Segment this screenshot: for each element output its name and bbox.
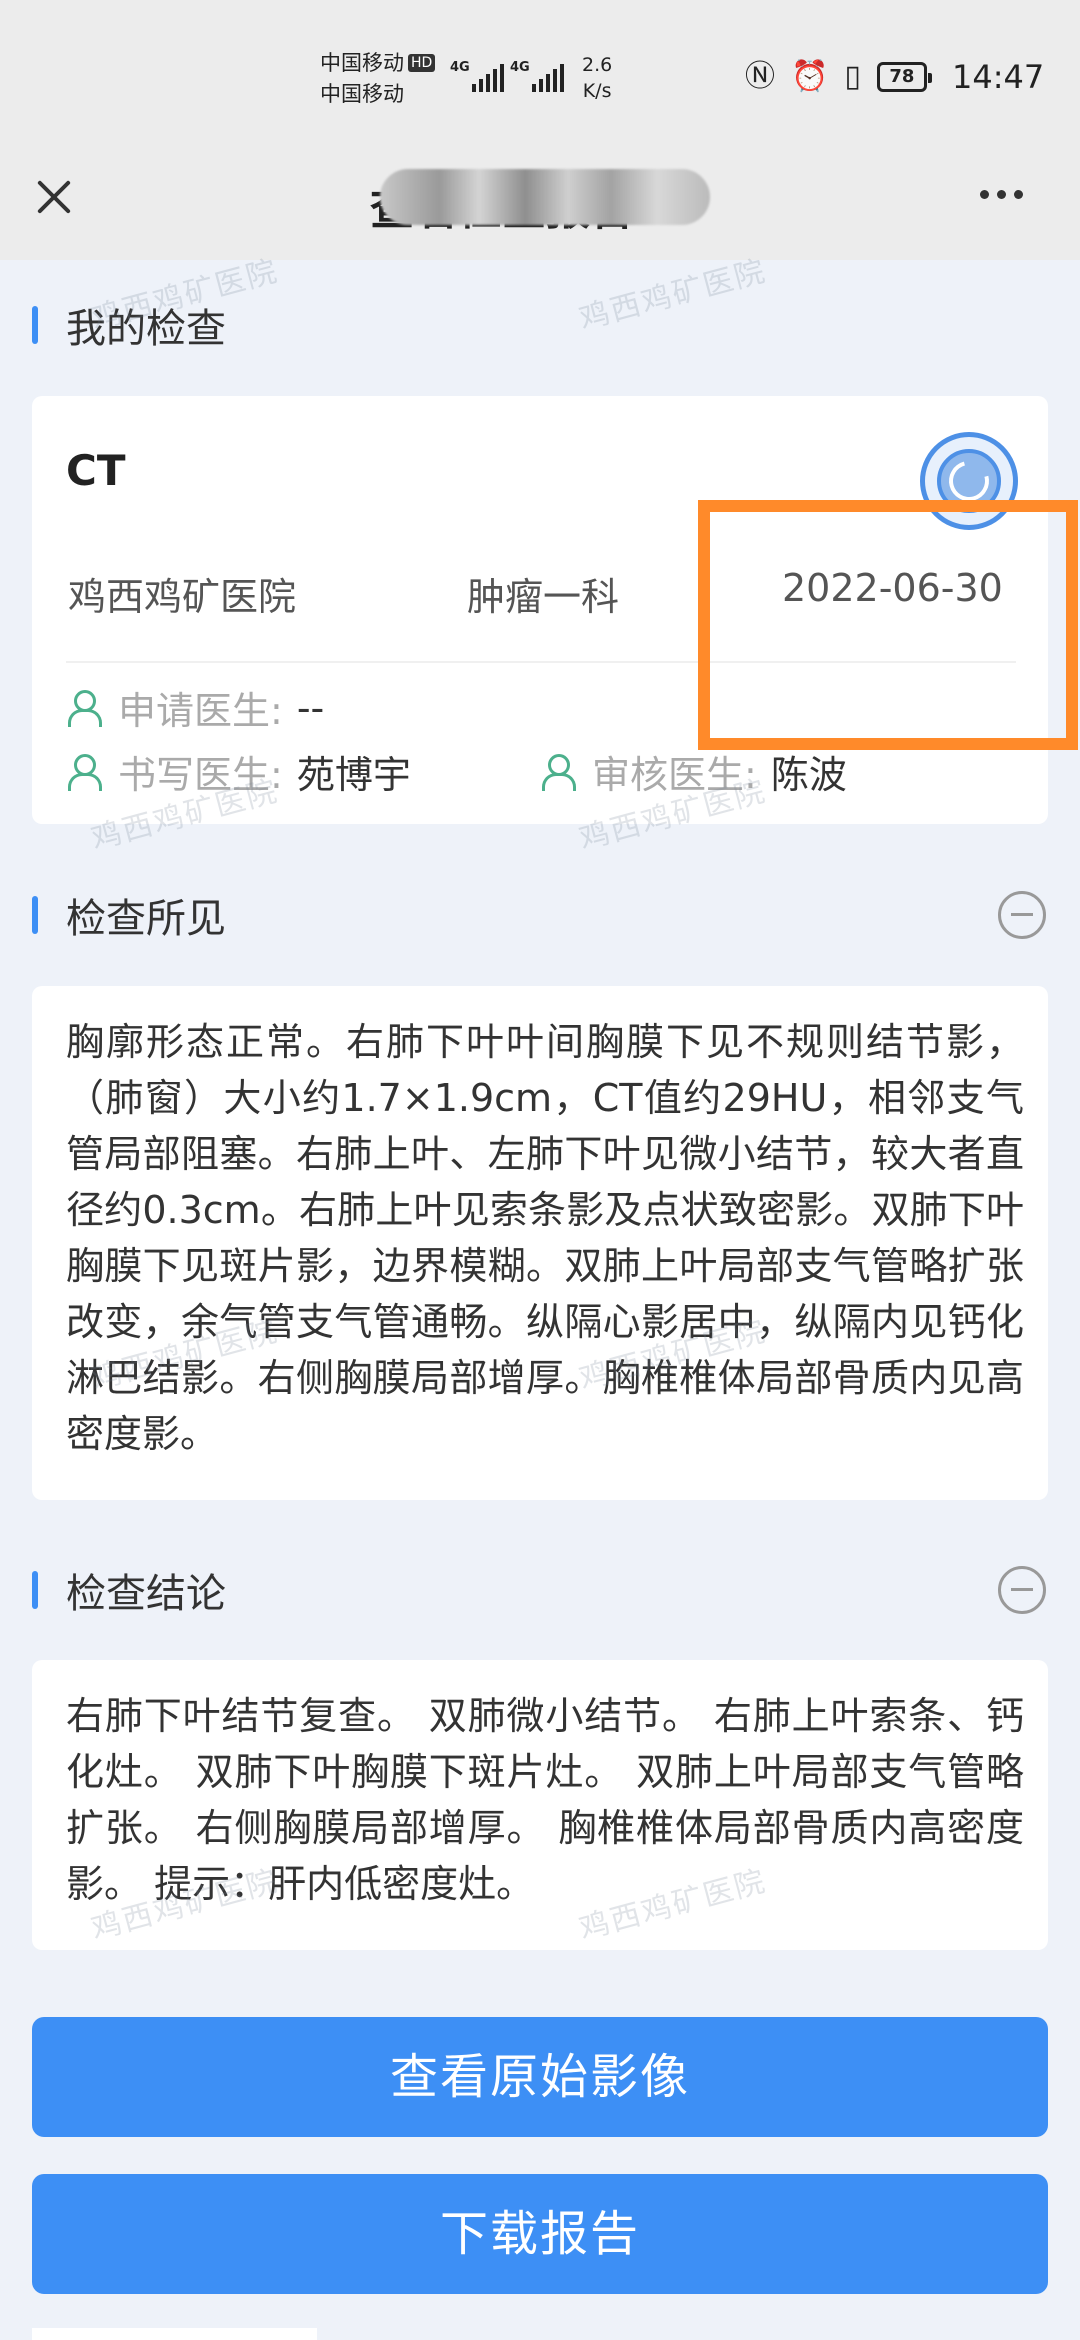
section-accent-bar: [32, 896, 38, 934]
nav-bar: 查看检查报告: [0, 155, 1080, 260]
section-accent-bar: [32, 306, 38, 344]
doctor-icon: [66, 689, 102, 727]
divider: [66, 661, 1016, 663]
exam-info-card: CT 鸡西鸡矿医院 肿瘤一科 2022-06-30 申请医生: -- 书写医生:…: [32, 396, 1048, 824]
download-report-button[interactable]: 下载报告: [32, 2174, 1048, 2294]
close-icon[interactable]: [30, 173, 78, 221]
nfc-icon: Ⓝ: [745, 59, 775, 94]
collapse-findings-icon[interactable]: [998, 891, 1046, 939]
view-original-images-button[interactable]: 查看原始影像: [32, 2017, 1048, 2137]
section-accent-bar: [32, 1571, 38, 1609]
clock: 14:47: [952, 58, 1045, 96]
carrier-info: 中国移动 HD 中国移动: [320, 48, 436, 110]
exam-date: 2022-06-30: [782, 566, 1003, 610]
status-seal-icon: [920, 432, 1018, 530]
more-options-icon[interactable]: [980, 190, 1023, 199]
doctor-icon: [540, 753, 576, 791]
findings-text: 胸廓形态正常。右肺下叶叶间胸膜下见不规则结节影，（肺窗）大小约1.7×1.9cm…: [66, 1020, 1024, 1456]
section-header-findings: 检查所见: [32, 890, 226, 942]
system-icons: Ⓝ ⏰ ▯ 78: [745, 59, 932, 94]
department-name: 肿瘤一科: [467, 575, 620, 619]
bottom-strip: [32, 2328, 317, 2340]
writing-doctor: 书写医生: 苑博宇: [66, 744, 411, 799]
vibrate-icon: ▯: [844, 59, 861, 94]
network-speed: 2.6 K/s: [582, 54, 613, 102]
battery-icon: 78: [876, 62, 932, 92]
page-title: 查看检查报告: [360, 161, 720, 237]
status-bar: 中国移动 HD 中国移动 4G 4G 2.6 K/s Ⓝ ⏰ ▯ 78 14:47: [0, 0, 1080, 155]
doctor-icon: [66, 753, 102, 791]
conclusion-card: 右肺下叶结节复查。 双肺微小结节。 右肺上叶索条、钙化灶。 双肺下叶胸膜下斑片灶…: [32, 1660, 1048, 1950]
findings-card: 胸廓形态正常。右肺下叶叶间胸膜下见不规则结节影，（肺窗）大小约1.7×1.9cm…: [32, 986, 1048, 1500]
section-header-conclusion: 检查结论: [32, 1565, 226, 1617]
title-mosaic: [380, 169, 710, 225]
alarm-icon: ⏰: [791, 59, 829, 94]
reviewing-doctor: 审核医生: 陈波: [540, 744, 847, 799]
collapse-conclusion-icon[interactable]: [998, 1566, 1046, 1614]
section-header-my-exam: 我的检查: [32, 300, 226, 352]
hd-badge: HD: [408, 54, 436, 72]
carrier-name-1: 中国移动: [320, 51, 404, 75]
carrier-name-2: 中国移动: [320, 82, 404, 106]
hospital-name: 鸡西鸡矿医院: [68, 575, 297, 619]
conclusion-text: 右肺下叶结节复查。 双肺微小结节。 右肺上叶索条、钙化灶。 双肺下叶胸膜下斑片灶…: [66, 1694, 1024, 1906]
requesting-doctor: 申请医生: --: [66, 680, 324, 735]
exam-type: CT: [66, 446, 126, 495]
